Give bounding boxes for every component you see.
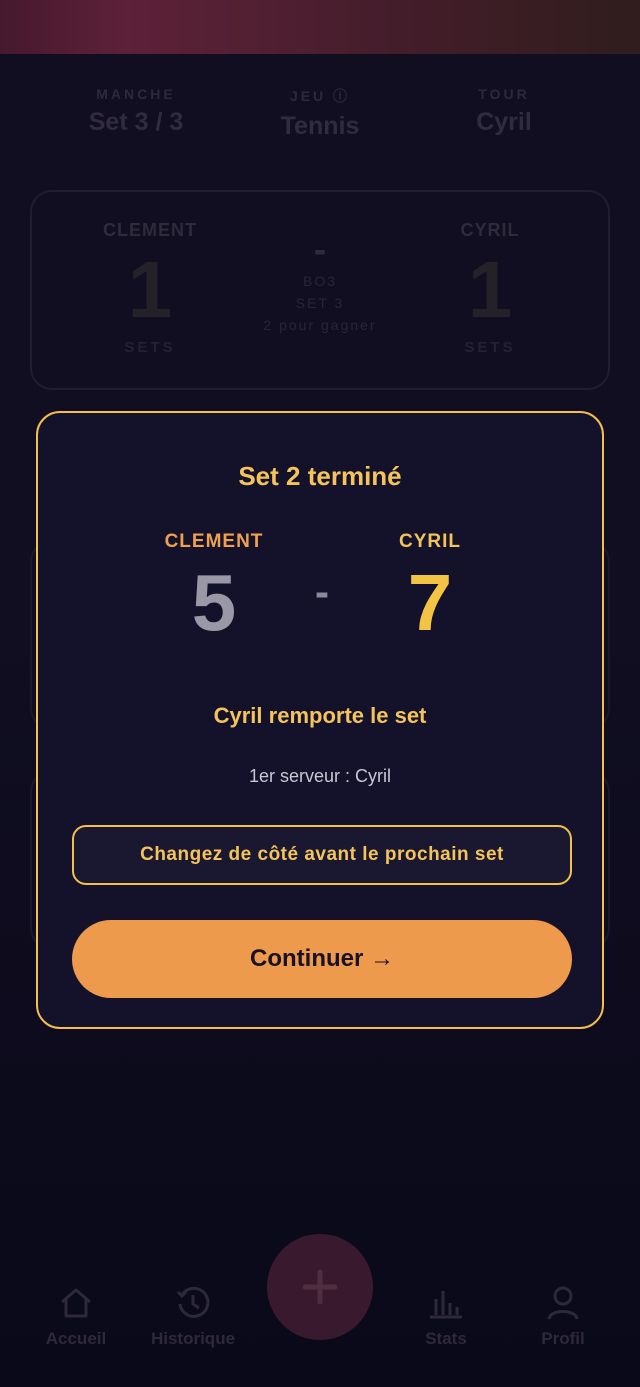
dialog-player2: CYRIL 7 [350, 531, 510, 645]
dialog-player1-name: CLEMENT [164, 531, 264, 552]
side-change-notice: Changez de côté avant le prochain set [72, 825, 572, 885]
continue-button[interactable]: Continuer → [72, 920, 572, 998]
first-server-text: 1er serveur : Cyril [248, 766, 392, 786]
set-winner-text: Cyril remporte le set [213, 703, 427, 728]
dialog-player1: CLEMENT 5 [134, 531, 294, 645]
dialog-title: Set 2 terminé [238, 461, 402, 491]
dialog-player2-score: 7 [407, 558, 453, 647]
dialog-score-dash: - [315, 568, 329, 615]
dialog-player1-score: 5 [191, 558, 237, 647]
set-finished-dialog: Set 2 terminé CLEMENT 5 - CYRIL 7 Cyril … [36, 411, 604, 1029]
dialog-player2-name: CYRIL [399, 531, 461, 552]
